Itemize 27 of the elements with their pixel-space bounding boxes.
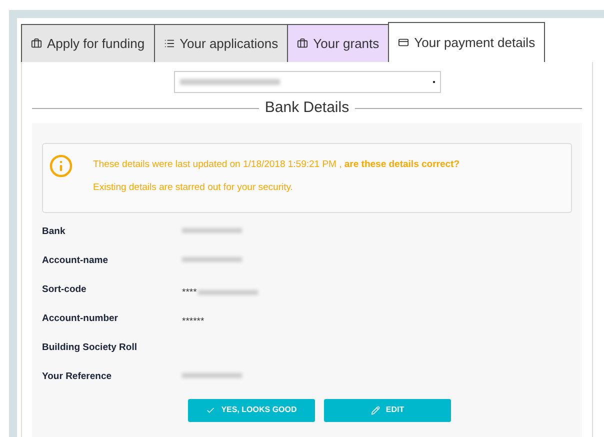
briefcase-icon [31, 38, 42, 49]
tab[interactable]: Apply for funding [21, 24, 155, 62]
field-label: Sort-code [42, 282, 88, 296]
blurred-value [198, 290, 258, 296]
blurred-value [182, 256, 242, 262]
field-label: Account-number [42, 312, 119, 326]
pencil-icon [370, 406, 380, 414]
dropdown-field[interactable] [174, 71, 440, 93]
field-label: Account-name [42, 254, 109, 268]
field-label: Building Society Roll [42, 340, 138, 354]
field-label: Bank [42, 224, 66, 238]
section-title: Bank Details [264, 98, 350, 118]
briefcase-icon [297, 38, 308, 49]
tab[interactable]: Your grants [287, 24, 390, 62]
blurred-value [182, 372, 242, 378]
card-icon [398, 37, 410, 48]
tab[interactable]: Your applications [154, 24, 288, 62]
blurred-value [182, 228, 242, 232]
info-icon [49, 154, 73, 178]
caret-icon [432, 81, 434, 83]
field-label: Your Reference [42, 370, 113, 384]
field-value: **** [182, 286, 197, 300]
tab[interactable]: Your payment details [388, 22, 546, 62]
alert-message: These details were last updated on 1/18/2018 1:59:21 PM , are these details correct? [93, 158, 460, 172]
check-icon [206, 406, 216, 414]
alert-note: Existing details are starred out for your security. [93, 180, 294, 195]
field-value: ****** [182, 314, 204, 328]
